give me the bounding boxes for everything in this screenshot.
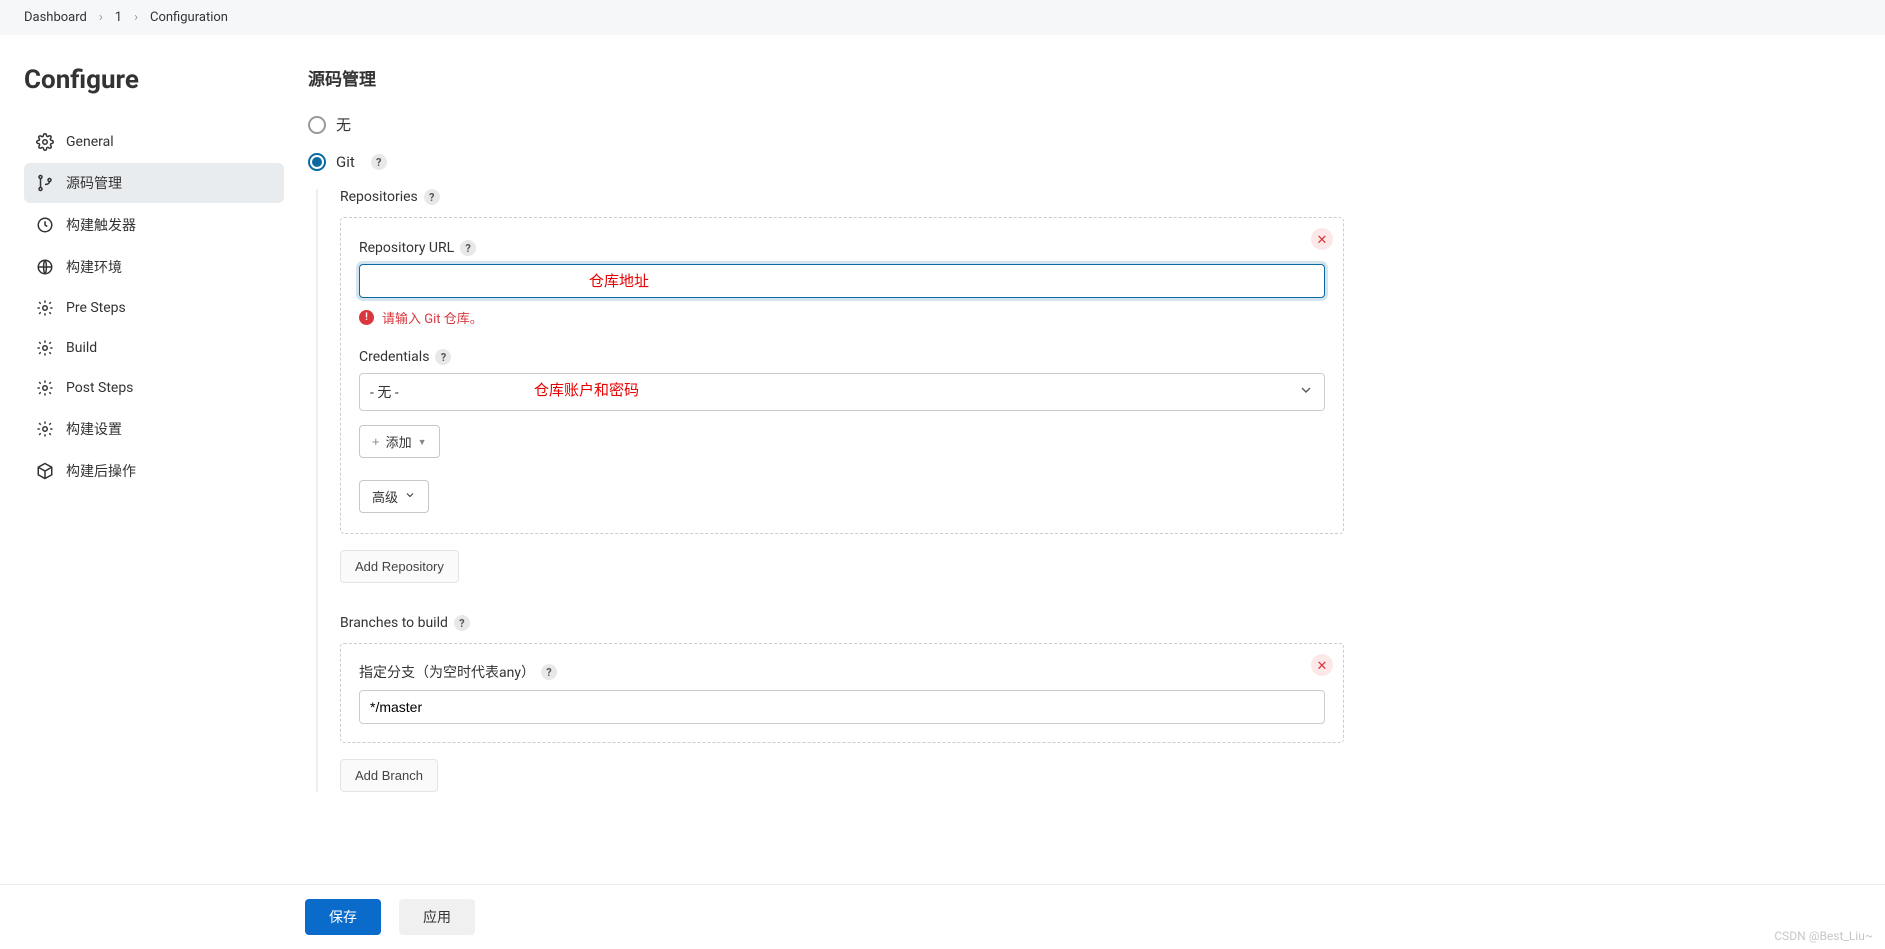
chevron-down-icon	[1298, 382, 1314, 402]
git-branch-icon	[36, 174, 54, 192]
footer-actions: 保存 应用	[0, 884, 1885, 949]
gear-icon	[36, 420, 54, 438]
radio-icon[interactable]	[308, 153, 326, 171]
sidebar-item-triggers[interactable]: 构建触发器	[24, 205, 284, 245]
help-icon[interactable]: ?	[424, 189, 440, 205]
radio-label: 无	[336, 114, 351, 135]
close-icon: ✕	[1317, 233, 1328, 246]
repositories-label: Repositories ?	[340, 189, 1344, 205]
help-icon[interactable]: ?	[435, 349, 451, 365]
sidebar-item-label: Post Steps	[66, 380, 133, 396]
help-icon[interactable]: ?	[454, 615, 470, 631]
button-label: 高级	[372, 487, 398, 506]
sidebar-item-build-settings[interactable]: 构建设置	[24, 409, 284, 449]
gear-icon	[36, 339, 54, 357]
sidebar-item-pre-steps[interactable]: Pre Steps	[24, 289, 284, 327]
repository-url-input[interactable]	[359, 264, 1325, 298]
sidebar-item-label: 源码管理	[66, 173, 122, 193]
branch-specifier-input[interactable]	[359, 690, 1325, 724]
section-title: 源码管理	[308, 65, 1344, 90]
sidebar-item-label: Build	[66, 340, 97, 356]
advanced-button[interactable]: 高级	[359, 480, 429, 513]
sidebar-item-label: 构建设置	[66, 419, 122, 439]
branch-block: ✕ 指定分支（为空时代表any） ?	[340, 643, 1344, 743]
main-content: 源码管理 无 Git ? Repositories ? ✕ Repository…	[308, 65, 1368, 792]
sidebar-item-post-steps[interactable]: Post Steps	[24, 369, 284, 407]
delete-branch-button[interactable]: ✕	[1311, 654, 1333, 676]
gear-icon	[36, 133, 54, 151]
chevron-down-icon	[404, 489, 416, 504]
sidebar-item-label: 构建后操作	[66, 461, 136, 481]
radio-icon[interactable]	[308, 116, 326, 134]
sidebar: Configure General 源码管理 构建触发器	[24, 65, 284, 792]
sidebar-item-label: Pre Steps	[66, 300, 126, 316]
page-title: Configure	[24, 65, 284, 95]
help-icon[interactable]: ?	[460, 240, 476, 256]
credentials-select[interactable]: - 无 -	[359, 373, 1325, 411]
add-branch-button[interactable]: Add Branch	[340, 759, 438, 792]
branches-label: Branches to build ?	[340, 615, 1344, 631]
gear-icon	[36, 379, 54, 397]
cube-icon	[36, 462, 54, 480]
sidebar-item-label: General	[66, 134, 114, 150]
scm-option-git[interactable]: Git ?	[308, 153, 1344, 171]
sidebar-item-build[interactable]: Build	[24, 329, 284, 367]
button-label: 添加	[386, 432, 412, 451]
repository-url-error: ! 请输入 Git 仓库。	[359, 308, 1325, 327]
clock-icon	[36, 216, 54, 234]
help-icon[interactable]: ?	[541, 664, 557, 680]
error-icon: !	[359, 310, 374, 325]
error-text: 请输入 Git 仓库。	[382, 308, 483, 327]
breadcrumb-item-dashboard[interactable]: Dashboard	[24, 10, 87, 25]
sidebar-item-scm[interactable]: 源码管理	[24, 163, 284, 203]
sidebar-item-label: 构建触发器	[66, 215, 136, 235]
caret-down-icon: ▼	[418, 437, 427, 447]
globe-icon	[36, 258, 54, 276]
radio-label: Git	[336, 153, 355, 171]
sidebar-item-label: 构建环境	[66, 257, 122, 277]
sidebar-item-post-build[interactable]: 构建后操作	[24, 451, 284, 491]
chevron-right-icon: ›	[134, 10, 138, 25]
branch-specifier-label: 指定分支（为空时代表any） ?	[359, 662, 1325, 682]
credentials-label: Credentials ?	[359, 349, 1325, 365]
help-icon[interactable]: ?	[371, 154, 387, 170]
add-credentials-button[interactable]: + 添加 ▼	[359, 425, 440, 458]
sidebar-item-build-env[interactable]: 构建环境	[24, 247, 284, 287]
delete-repository-button[interactable]: ✕	[1311, 228, 1333, 250]
watermark: CSDN @Best_Liu~	[1774, 929, 1873, 943]
breadcrumb: Dashboard › 1 › Configuration	[0, 0, 1885, 35]
credentials-value: - 无 -	[370, 382, 399, 402]
gear-icon	[36, 299, 54, 317]
scm-option-none[interactable]: 无	[308, 114, 1344, 135]
repository-block: ✕ Repository URL ? 仓库地址 ! 请输入 Git 仓库。 Cr…	[340, 217, 1344, 534]
sidebar-item-general[interactable]: General	[24, 123, 284, 161]
add-repository-button[interactable]: Add Repository	[340, 550, 459, 583]
apply-button[interactable]: 应用	[399, 899, 475, 935]
plus-icon: +	[372, 434, 380, 449]
chevron-right-icon: ›	[99, 10, 103, 25]
save-button[interactable]: 保存	[305, 899, 381, 935]
breadcrumb-item-job[interactable]: 1	[115, 10, 122, 25]
close-icon: ✕	[1317, 659, 1328, 672]
breadcrumb-item-configuration[interactable]: Configuration	[150, 10, 228, 25]
repository-url-label: Repository URL ?	[359, 240, 1325, 256]
